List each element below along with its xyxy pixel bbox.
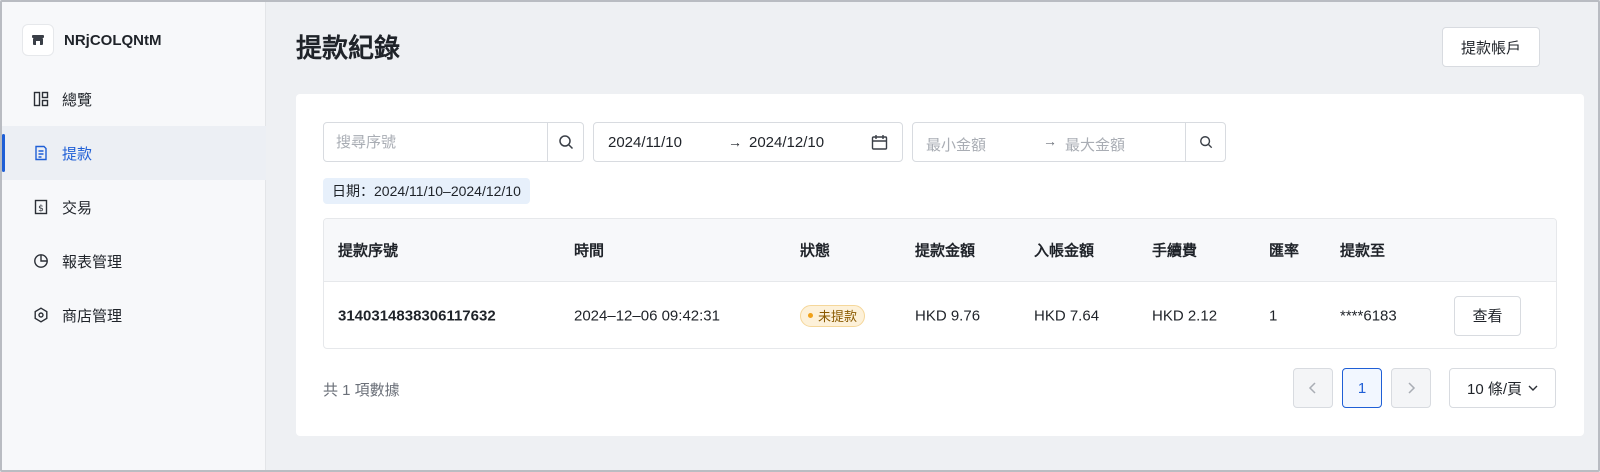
- table-row: 3140314838306117632 2024–12–06 09:42:31 …: [324, 282, 1556, 348]
- app-window: NRjCOLQNtM 總覽 提款 $ 交易 報表管理 商店管理 提款紀錄 提款帳…: [0, 0, 1600, 472]
- column-header: 入帳金額: [1034, 242, 1095, 260]
- column-header: 匯率: [1269, 242, 1300, 260]
- sidebar-item-withdraw[interactable]: 提款: [2, 126, 266, 180]
- active-filter-tag[interactable]: 日期：2024/11/10–2024/12/10: [323, 178, 530, 204]
- table-header: 提款序號 時間 狀態 提款金額 入帳金額 手續費 匯率 提款至: [324, 219, 1556, 282]
- column-header: 提款序號: [338, 242, 399, 260]
- column-header: 時間: [574, 242, 605, 260]
- store-header[interactable]: NRjCOLQNtM: [22, 24, 162, 56]
- credited-amount: HKD 7.64: [1034, 307, 1100, 324]
- dashboard-icon: [32, 90, 50, 108]
- amount-max-input[interactable]: 最大金額: [1065, 134, 1125, 155]
- chevron-left-icon: [1308, 382, 1316, 394]
- withdrawal-id: 3140314838306117632: [338, 307, 496, 324]
- amount-min-input[interactable]: 最小金額: [926, 134, 986, 155]
- fee-amount: HKD 2.12: [1152, 307, 1218, 324]
- withdraw-account-button[interactable]: 提款帳戶: [1442, 27, 1540, 67]
- date-range-picker[interactable]: 2024/11/10 → 2024/12/10: [593, 122, 903, 162]
- page-size-select[interactable]: 10 條/頁: [1449, 368, 1556, 408]
- column-header: 手續費: [1152, 242, 1198, 260]
- withdrawal-amount: HKD 9.76: [915, 307, 981, 324]
- sidebar-item-label: 商店管理: [62, 307, 123, 325]
- exchange-rate: 1: [1269, 307, 1278, 324]
- sidebar-nav: 總覽 提款 $ 交易 報表管理 商店管理: [2, 72, 266, 342]
- chevron-right-icon: [1408, 382, 1416, 394]
- date-end[interactable]: 2024/12/10: [749, 134, 824, 151]
- svg-text:$: $: [38, 204, 44, 214]
- sidebar: NRjCOLQNtM 總覽 提款 $ 交易 報表管理 商店管理: [2, 2, 266, 470]
- total-count: 共 1 項數據: [323, 382, 400, 399]
- sidebar-item-label: 報表管理: [62, 253, 123, 271]
- withdrawals-table: 提款序號 時間 狀態 提款金額 入帳金額 手續費 匯率 提款至 31403148…: [323, 218, 1557, 349]
- sidebar-item-label: 總覽: [62, 91, 93, 109]
- amount-search-button[interactable]: [1185, 123, 1225, 161]
- page-title: 提款紀錄: [296, 33, 401, 63]
- status-badge: 未提款: [800, 304, 866, 327]
- page-button-current[interactable]: 1: [1342, 368, 1382, 408]
- search-input[interactable]: [324, 123, 547, 161]
- amount-range-arrow: →: [1043, 133, 1057, 149]
- date-start[interactable]: 2024/11/10: [608, 134, 682, 151]
- sidebar-item-store-management[interactable]: 商店管理: [2, 288, 266, 342]
- withdraw-document-icon: [32, 144, 50, 162]
- column-header: 狀態: [800, 242, 831, 260]
- column-header: 提款金額: [915, 242, 976, 260]
- calendar-icon[interactable]: [871, 134, 888, 155]
- search-icon: [1199, 136, 1212, 149]
- view-action: 查看: [1454, 295, 1521, 336]
- pie-chart-icon: [32, 252, 50, 270]
- store-name: NRjCOLQNtM: [64, 31, 162, 49]
- page-size-value: 10 條/頁: [1466, 380, 1523, 398]
- column-header: 提款至: [1340, 242, 1386, 260]
- sidebar-item-overview[interactable]: 總覽: [2, 72, 266, 126]
- sidebar-item-reports[interactable]: 報表管理: [2, 234, 266, 288]
- date-range-arrow: →: [728, 134, 742, 150]
- prev-page-button[interactable]: [1293, 368, 1333, 408]
- search-button[interactable]: [547, 123, 583, 161]
- view-button[interactable]: 查看: [1454, 295, 1521, 336]
- sidebar-item-label: 提款: [62, 145, 93, 163]
- shop-settings-icon: [32, 306, 50, 324]
- search-icon: [558, 135, 573, 150]
- search-box: [323, 122, 584, 162]
- withdrawal-time: 2024–12–06 09:42:31: [574, 307, 720, 324]
- store-icon: [22, 24, 54, 56]
- sidebar-item-label: 交易: [62, 199, 93, 217]
- status-text: 未提款: [818, 309, 858, 324]
- next-page-button[interactable]: [1391, 368, 1431, 408]
- chevron-down-icon: [1528, 384, 1538, 392]
- sidebar-item-transactions[interactable]: $ 交易: [2, 180, 266, 234]
- withdraw-to-account: ****6183: [1340, 307, 1397, 324]
- amount-range-filter: 最小金額 → 最大金額: [912, 122, 1226, 162]
- transaction-icon: $: [32, 198, 50, 216]
